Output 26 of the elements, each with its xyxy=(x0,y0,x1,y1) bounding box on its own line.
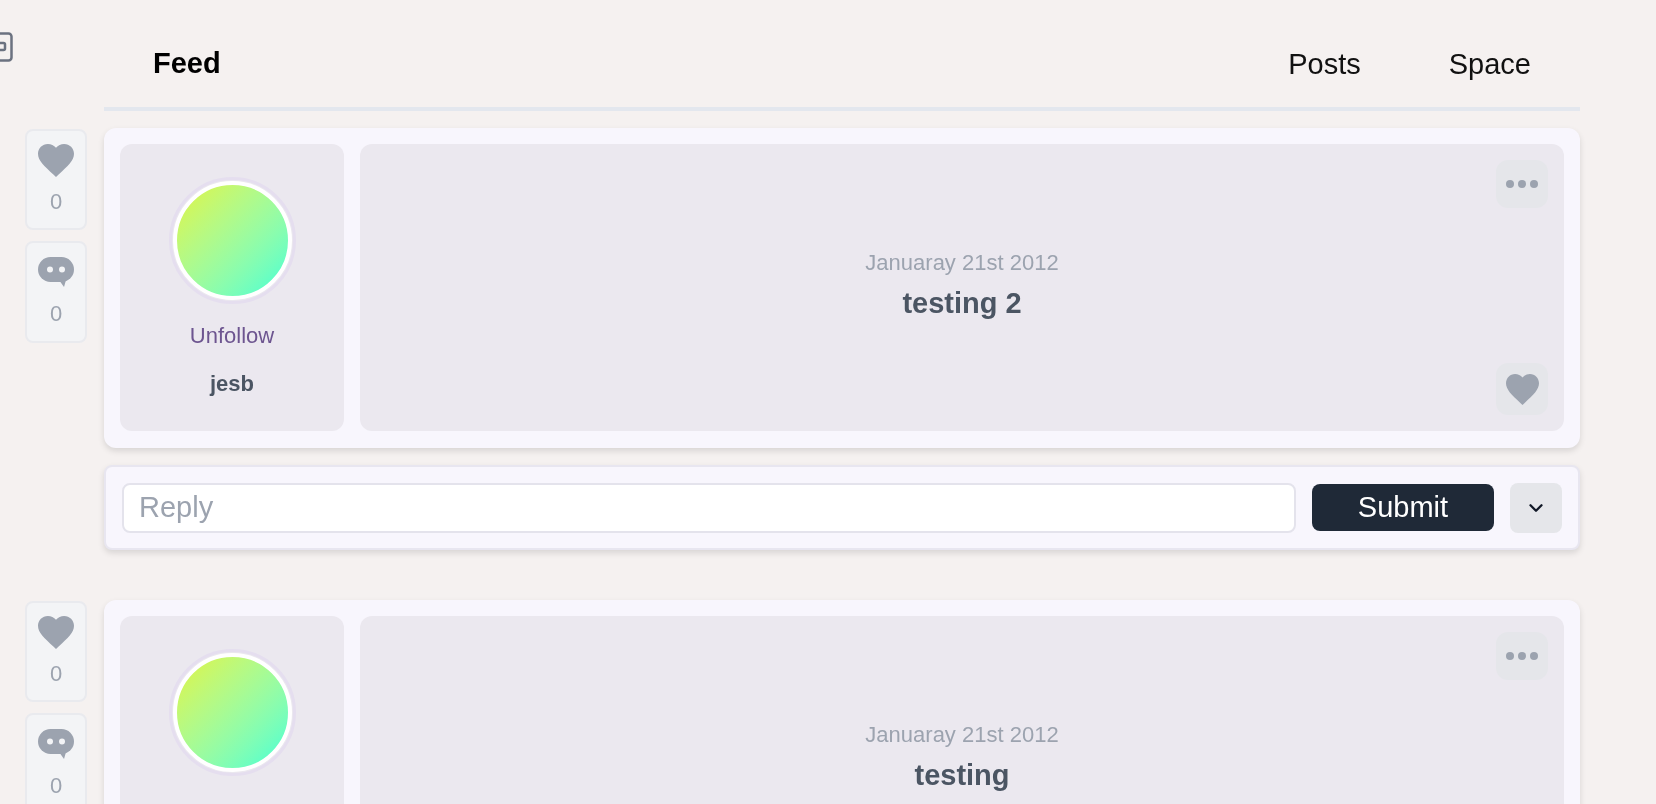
comment-count: 0 xyxy=(49,775,63,797)
more-icon xyxy=(1506,652,1538,660)
like-count: 0 xyxy=(49,191,63,213)
like-count: 0 xyxy=(49,663,63,685)
post-date: Januaray 21st 2012 xyxy=(865,721,1059,749)
unfollow-link[interactable]: Unfollow xyxy=(189,322,275,350)
author-name: jesb xyxy=(210,370,254,398)
heart-icon xyxy=(38,616,74,649)
nav-link[interactable]: Posts xyxy=(1288,49,1361,79)
expand-button[interactable] xyxy=(1510,482,1562,533)
post-title: testing xyxy=(914,758,1010,793)
more-button[interactable] xyxy=(1496,160,1548,208)
heart-icon xyxy=(1505,373,1539,405)
heart-icon xyxy=(38,144,74,177)
post-title: testing 2 xyxy=(902,286,1022,321)
page-title: Feed xyxy=(153,46,221,82)
submit-button[interactable]: Submit xyxy=(1312,484,1494,531)
more-button[interactable] xyxy=(1496,632,1548,680)
post-date: Januaray 21st 2012 xyxy=(865,249,1059,277)
nav-link[interactable]: Space xyxy=(1448,49,1531,79)
speech-bubble-icon xyxy=(38,729,74,759)
like-post-button[interactable] xyxy=(1496,363,1548,415)
more-icon xyxy=(1506,180,1538,188)
reply-input[interactable]: Reply xyxy=(122,482,1296,533)
comment-count: 0 xyxy=(49,303,63,325)
speech-bubble-icon xyxy=(38,257,74,287)
